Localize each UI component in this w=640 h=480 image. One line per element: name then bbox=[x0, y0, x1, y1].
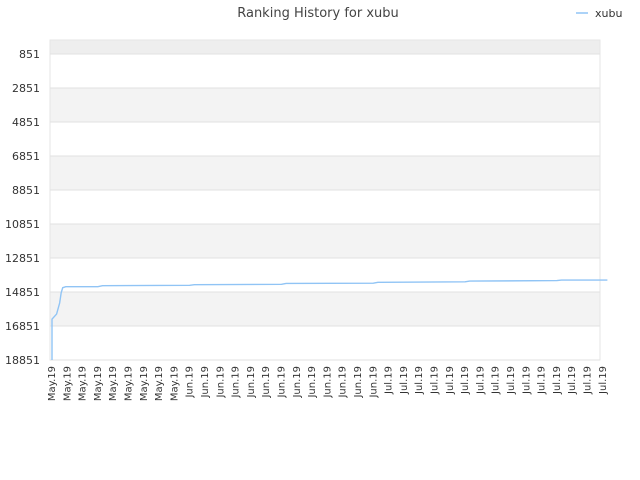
ranking-chart: Ranking History for xubu xubu 851 2851 485… bbox=[5, 6, 622, 401]
plot-band bbox=[50, 54, 600, 88]
x-tick-label: May.19 bbox=[47, 366, 58, 401]
x-tick-label: Jun.19 bbox=[368, 366, 379, 399]
x-tick-label: Jul.19 bbox=[475, 366, 486, 395]
plot-band bbox=[50, 224, 600, 258]
x-tick-label: Jul.19 bbox=[399, 366, 410, 395]
chart-title: Ranking History for xubu bbox=[237, 6, 399, 21]
x-tick-label: May.19 bbox=[78, 366, 89, 401]
legend: xubu bbox=[576, 7, 622, 20]
x-tick-label: Jul.19 bbox=[567, 366, 578, 395]
x-tick-label: Jun.19 bbox=[231, 366, 242, 399]
x-tick-label: May.19 bbox=[124, 366, 135, 401]
x-tick-label: May.19 bbox=[62, 366, 73, 401]
x-tick-label: Jul.19 bbox=[384, 366, 395, 395]
x-tick-label: Jun.19 bbox=[353, 366, 364, 399]
y-tick-label: 4851 bbox=[12, 116, 40, 129]
plot-band bbox=[50, 88, 600, 122]
x-tick-label: May.19 bbox=[108, 366, 119, 401]
x-tick-label: Jul.19 bbox=[552, 366, 563, 395]
x-tick-label: May.19 bbox=[169, 366, 180, 401]
x-tick-label: Jul.19 bbox=[491, 366, 502, 395]
x-tick-label: Jun.19 bbox=[261, 366, 272, 399]
x-tick-label: Jun.19 bbox=[185, 366, 196, 399]
x-tick-label: Jun.19 bbox=[322, 366, 333, 399]
x-tick-label: May.19 bbox=[93, 366, 104, 401]
x-tick-label: May.19 bbox=[154, 366, 165, 401]
plot-band bbox=[50, 258, 600, 292]
x-tick-label: Jun.19 bbox=[307, 366, 318, 399]
x-tick-label: Jul.19 bbox=[460, 366, 471, 395]
x-tick-label: Jun.19 bbox=[215, 366, 226, 399]
y-tick-label: 8851 bbox=[12, 184, 40, 197]
y-tick-label: 851 bbox=[19, 48, 40, 61]
x-tick-label: Jun.19 bbox=[277, 366, 288, 399]
x-axis-ticks: May.19 May.19 May.19 May.19 May.19 May.19 May.… bbox=[47, 366, 609, 401]
y-tick-label: 2851 bbox=[12, 82, 40, 95]
y-tick-label: 6851 bbox=[12, 150, 40, 163]
plot-band bbox=[50, 326, 600, 360]
y-tick-label: 14851 bbox=[5, 286, 40, 299]
x-tick-label: Jul.19 bbox=[430, 366, 441, 395]
x-tick-label: Jul.19 bbox=[445, 366, 456, 395]
plot-band bbox=[50, 122, 600, 156]
y-tick-label: 10851 bbox=[5, 218, 40, 231]
x-tick-label: Jun.19 bbox=[338, 366, 349, 399]
x-tick-label: Jul.19 bbox=[598, 366, 609, 395]
legend-label: xubu bbox=[595, 7, 622, 20]
y-axis-ticks: 851 2851 4851 6851 8851 10851 12851 14851 16851 1… bbox=[5, 48, 40, 367]
plot-band bbox=[50, 292, 600, 326]
plot-band bbox=[50, 40, 600, 54]
x-tick-label: Jul.19 bbox=[583, 366, 594, 395]
y-tick-label: 16851 bbox=[5, 320, 40, 333]
y-tick-label: 12851 bbox=[5, 252, 40, 265]
x-tick-label: Jun.19 bbox=[246, 366, 257, 399]
x-tick-label: Jul.19 bbox=[521, 366, 532, 395]
x-tick-label: Jul.19 bbox=[414, 366, 425, 395]
x-tick-label: Jun.19 bbox=[292, 366, 303, 399]
plot-band bbox=[50, 156, 600, 190]
plot-band bbox=[50, 190, 600, 224]
y-tick-label: 18851 bbox=[5, 354, 40, 367]
x-tick-label: Jun.19 bbox=[200, 366, 211, 399]
x-tick-label: Jul.19 bbox=[506, 366, 517, 395]
x-tick-label: May.19 bbox=[139, 366, 150, 401]
x-tick-label: Jul.19 bbox=[537, 366, 548, 395]
